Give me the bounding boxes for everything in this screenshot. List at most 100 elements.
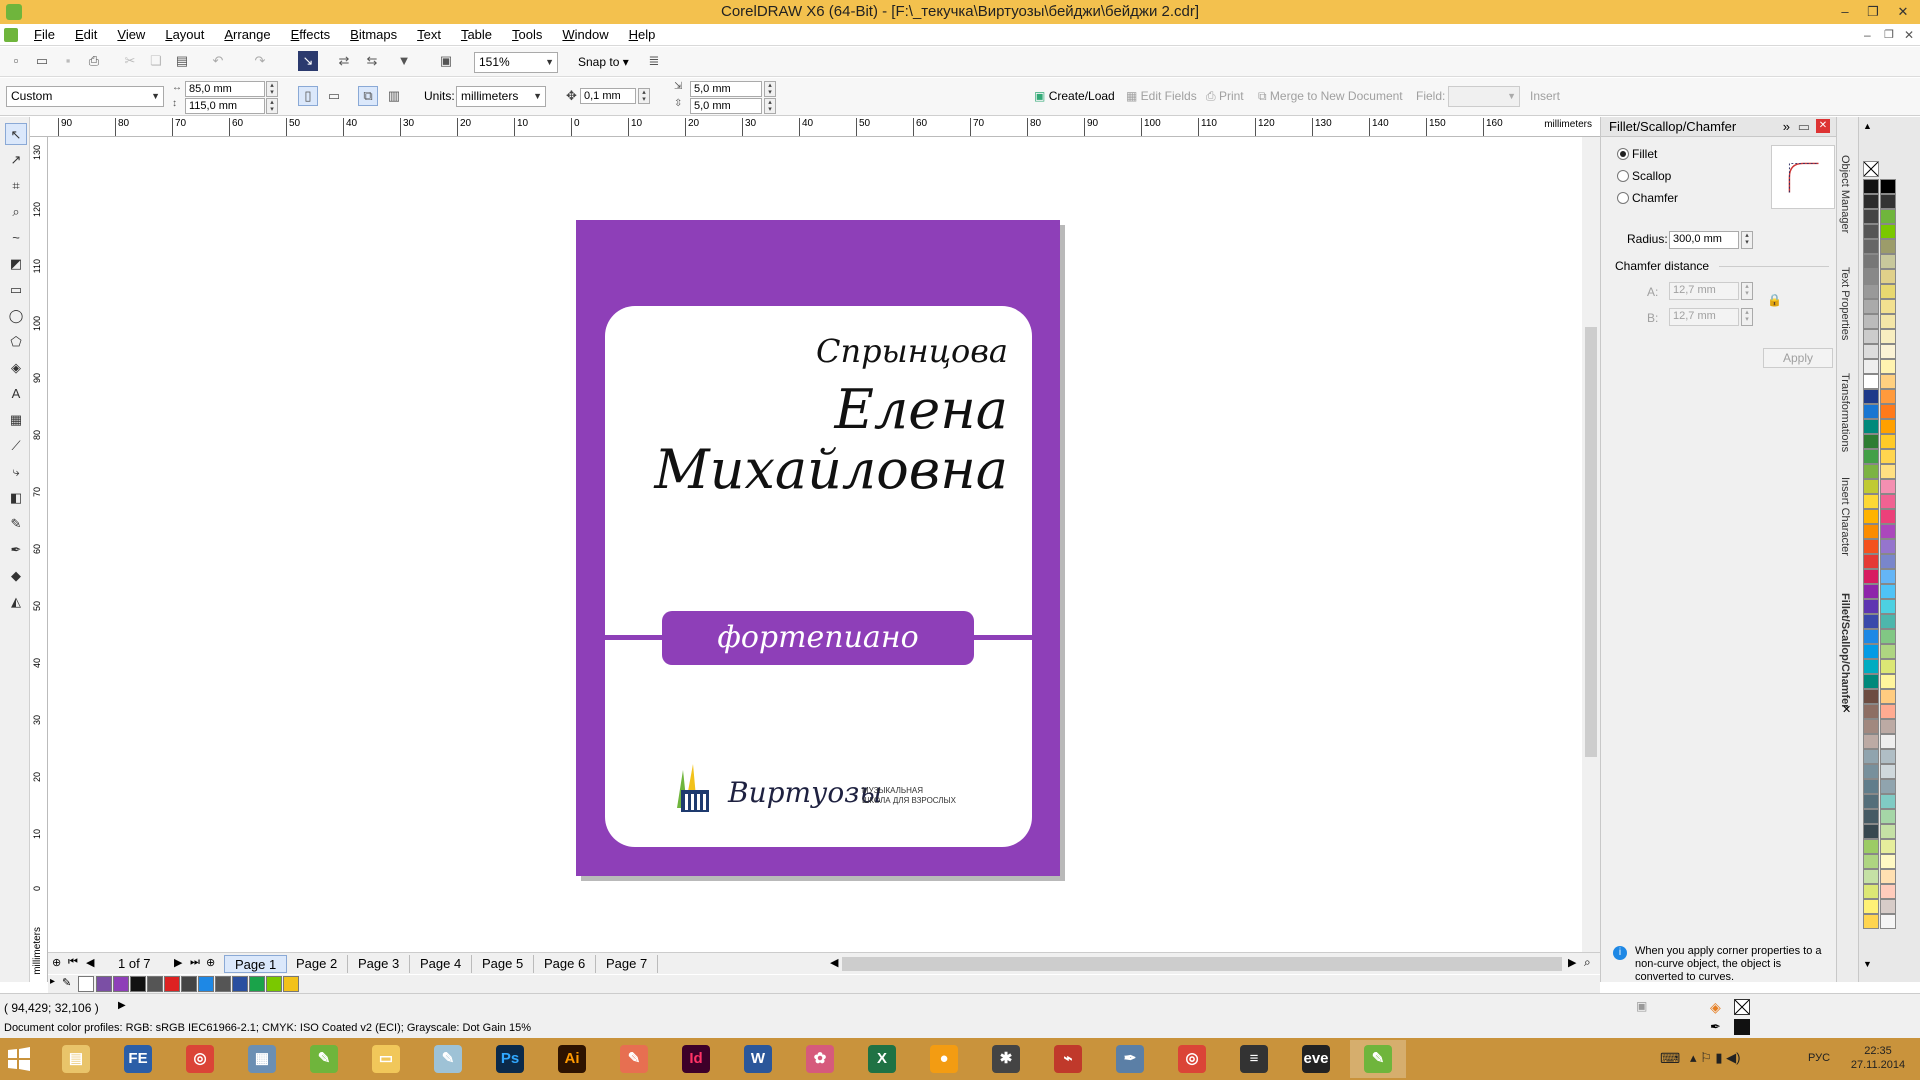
palette-color-swatch[interactable] <box>1880 869 1896 884</box>
coreldraw-app-icon[interactable] <box>6 4 22 20</box>
page-tab-3[interactable]: Page 3 <box>348 955 411 973</box>
palette-options-icon[interactable]: ▸ <box>50 976 55 987</box>
palette-color-swatch[interactable] <box>1880 419 1896 434</box>
palette-color-swatch[interactable] <box>1863 854 1879 869</box>
input-language[interactable]: РУС <box>1808 1052 1830 1064</box>
palette-color-swatch[interactable] <box>1880 689 1896 704</box>
palette-color-swatch[interactable] <box>1880 329 1896 344</box>
lock-ratio-icon[interactable]: 🔒 <box>1767 293 1782 307</box>
taskbar-app-corel-2[interactable]: ✎ <box>1350 1040 1406 1078</box>
palette-color-swatch[interactable] <box>1880 239 1896 254</box>
menu-edit[interactable]: Edit <box>65 24 107 46</box>
menu-arrange[interactable]: Arrange <box>214 24 280 46</box>
restore-button[interactable]: ❐ <box>1860 2 1886 22</box>
undo-icon[interactable]: ↶ <box>208 51 228 71</box>
last-page-icon[interactable]: ⏭ <box>190 956 200 969</box>
menu-layout[interactable]: Layout <box>155 24 214 46</box>
tab-object-manager[interactable]: Object Manager <box>1839 155 1851 233</box>
vertical-ruler[interactable]: 130 120 110 100 90 80 70 60 50 40 30 20 10 0 millimet… <box>30 137 48 982</box>
menu-table[interactable]: Table <box>451 24 502 46</box>
palette-color-swatch[interactable] <box>1863 629 1879 644</box>
palette-color-swatch[interactable] <box>1880 794 1896 809</box>
palette-scroll-down-icon[interactable]: ▼ <box>1863 959 1872 969</box>
palette-color-swatch[interactable] <box>1880 374 1896 389</box>
palette-color-swatch[interactable] <box>1880 179 1896 194</box>
ellipse-tool-icon[interactable]: ◯ <box>5 305 27 327</box>
palette-color-swatch[interactable] <box>1863 179 1879 194</box>
blend-tool-icon[interactable]: ◧ <box>5 487 27 509</box>
palette-color-swatch[interactable] <box>1863 314 1879 329</box>
crop-tool-icon[interactable]: ⌗ <box>5 175 27 197</box>
docker-close-icon[interactable]: ✕ <box>1816 119 1830 133</box>
palette-color-swatch[interactable] <box>1880 914 1896 929</box>
document-color-swatch[interactable] <box>130 976 146 992</box>
palette-color-swatch[interactable] <box>1880 824 1896 839</box>
palette-color-swatch[interactable] <box>1880 704 1896 719</box>
palette-color-swatch[interactable] <box>1863 224 1879 239</box>
palette-color-swatch[interactable] <box>1880 464 1896 479</box>
basic-shapes-tool-icon[interactable]: ◈ <box>5 357 27 379</box>
palette-color-swatch[interactable] <box>1863 329 1879 344</box>
taskbar-app-corel-1[interactable]: ✎ <box>296 1040 352 1078</box>
vertical-scrollbar[interactable] <box>1582 137 1600 952</box>
next-page-icon[interactable]: ▶ <box>174 956 182 969</box>
scroll-left-icon[interactable]: ◀ <box>830 956 838 969</box>
palette-color-swatch[interactable] <box>1863 689 1879 704</box>
fill-tool-icon[interactable]: ◆ <box>5 565 27 587</box>
scallop-radio[interactable]: Scallop <box>1617 169 1671 183</box>
palette-color-swatch[interactable] <box>1880 539 1896 554</box>
insert-field-button[interactable]: Insert <box>1530 86 1560 107</box>
taskbar-app-X[interactable]: X <box>854 1040 910 1078</box>
new-icon[interactable]: ▫ <box>6 51 26 71</box>
document-color-swatch[interactable] <box>249 976 265 992</box>
palette-color-swatch[interactable] <box>1880 884 1896 899</box>
palette-color-swatch[interactable] <box>1880 674 1896 689</box>
horizontal-ruler[interactable]: 90 80 70 60 50 40 30 20 10 0 10 20 30 40 50 60 70 80 90 100… <box>40 117 1600 137</box>
add-page-after-icon[interactable]: ⊕ <box>206 956 215 969</box>
badge-patronymic[interactable]: Михайловна <box>654 438 1008 501</box>
palette-color-swatch[interactable] <box>1880 344 1896 359</box>
document-color-swatch[interactable] <box>232 976 248 992</box>
palette-color-swatch[interactable] <box>1880 899 1896 914</box>
page-height-spinner[interactable]: ▴ ▾ <box>266 98 278 114</box>
all-pages-icon[interactable]: ⧉ <box>358 86 378 106</box>
page-tab-4[interactable]: Page 4 <box>410 955 473 973</box>
fill-indicator-icon[interactable]: ◈ <box>1710 999 1721 1016</box>
connector-tool-icon[interactable]: ⤷ <box>5 461 27 483</box>
palette-color-swatch[interactable] <box>1863 239 1879 254</box>
duplicate-x-spinner[interactable]: ▴ ▾ <box>764 81 776 97</box>
palette-color-swatch[interactable] <box>1863 209 1879 224</box>
taskbar-app-explorer[interactable]: ▤ <box>48 1040 104 1078</box>
page-height-field[interactable]: 115,0 mm <box>185 98 265 114</box>
palette-color-swatch[interactable] <box>1880 389 1896 404</box>
nudge-spinner[interactable]: ▴ ▾ <box>638 88 650 104</box>
smart-fill-tool-icon[interactable]: ◩ <box>5 253 27 275</box>
taskbar-app-notes[interactable]: ✎ <box>420 1040 476 1078</box>
palette-color-swatch[interactable] <box>1863 809 1879 824</box>
rectangle-tool-icon[interactable]: ▭ <box>5 279 27 301</box>
chamfer-b-spinner[interactable]: ▴ ▾ <box>1741 308 1753 326</box>
badge-surname[interactable]: Спрынцова <box>816 332 1008 370</box>
taskbar-app-calculator[interactable]: ▦ <box>234 1040 290 1078</box>
palette-color-swatch[interactable] <box>1880 644 1896 659</box>
scroll-right-icon[interactable]: ▶ <box>1568 956 1576 969</box>
menu-file[interactable]: File <box>24 24 65 46</box>
merge-new-doc-button[interactable]: ⧉ Merge to New Document <box>1258 86 1403 107</box>
document-color-swatch[interactable] <box>181 976 197 992</box>
palette-color-swatch[interactable] <box>1880 629 1896 644</box>
palette-color-swatch[interactable] <box>1863 344 1879 359</box>
eyedropper-tool-icon[interactable]: ✎ <box>5 513 27 535</box>
palette-color-swatch[interactable] <box>1863 539 1879 554</box>
publish-pdf-icon[interactable]: ⇆ <box>362 51 382 71</box>
palette-color-swatch[interactable] <box>1863 599 1879 614</box>
taskbar-app-fe[interactable]: FE <box>110 1040 166 1078</box>
palette-color-swatch[interactable] <box>1880 659 1896 674</box>
palette-color-swatch[interactable] <box>1880 314 1896 329</box>
page-tab-7[interactable]: Page 7 <box>596 955 659 973</box>
palette-color-swatch[interactable] <box>1863 569 1879 584</box>
palette-color-swatch[interactable] <box>1880 449 1896 464</box>
palette-color-swatch[interactable] <box>1880 224 1896 239</box>
palette-color-swatch[interactable] <box>1863 254 1879 269</box>
clock[interactable]: 22:35 27.11.2014 <box>1838 1044 1918 1072</box>
color-profiles-text[interactable]: Document color profiles: RGB: sRGB IEC61… <box>4 1022 531 1034</box>
